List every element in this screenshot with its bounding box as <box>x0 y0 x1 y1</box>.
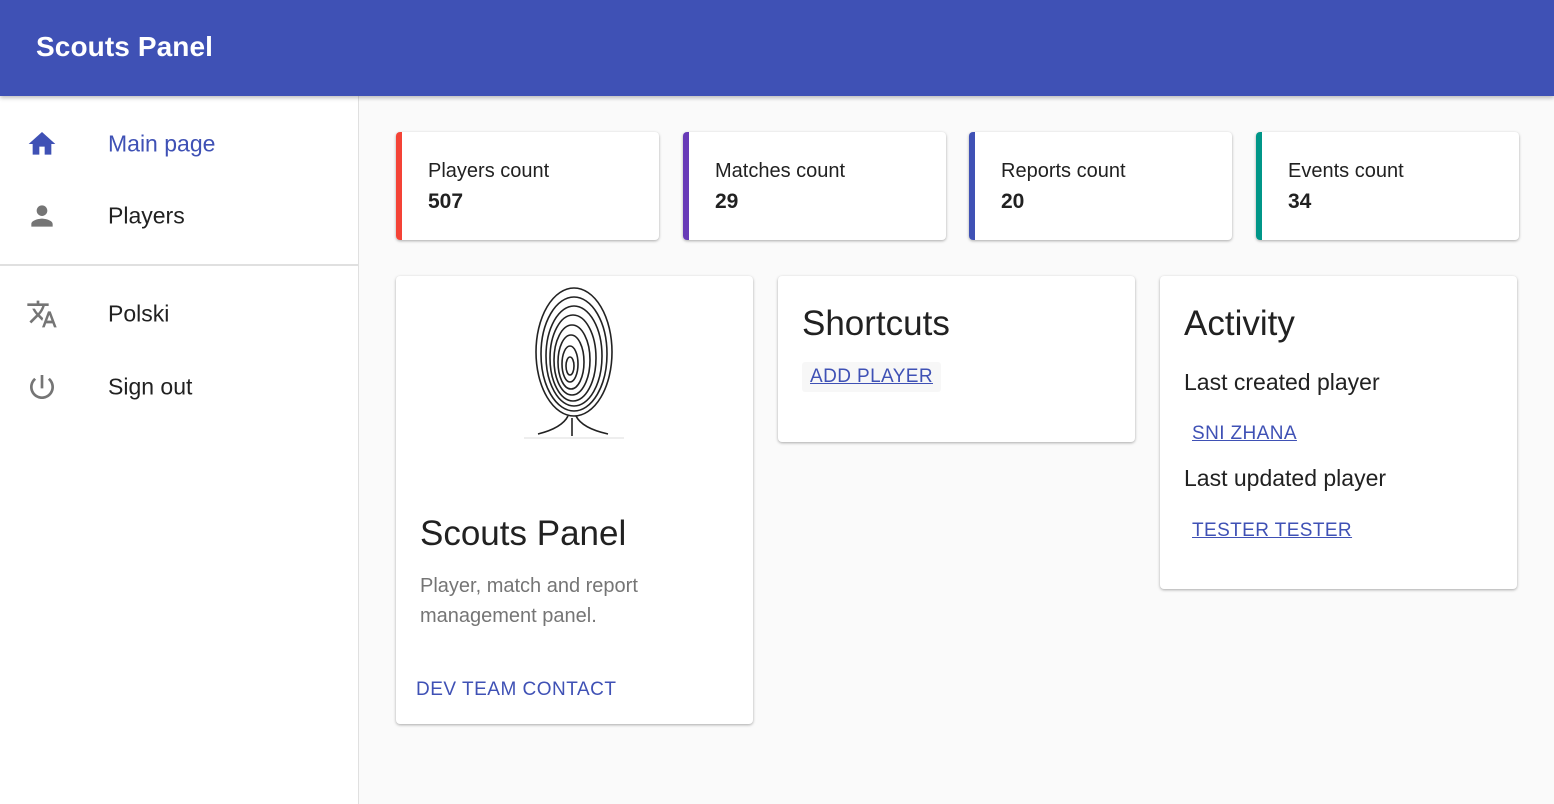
fingerprint-image <box>524 287 624 439</box>
sidebar-item-label: Players <box>108 202 185 229</box>
matches-count-card: Matches count 29 <box>683 132 946 240</box>
reports-count-card: Reports count 20 <box>969 132 1232 240</box>
stat-accent-bar <box>683 132 689 240</box>
stat-label: Reports count <box>1001 160 1126 182</box>
players-count-card: Players count 507 <box>396 132 659 240</box>
power-icon <box>30 375 54 399</box>
app-title: Scouts Panel <box>36 31 214 62</box>
stat-accent-bar <box>969 132 975 240</box>
home-icon <box>28 132 56 155</box>
sidebar-item-language[interactable]: Polski <box>0 278 358 350</box>
sidebar-item-players[interactable]: Players <box>0 180 358 252</box>
sidebar: Main page Players Polski Sign out <box>0 96 359 804</box>
stat-value: 29 <box>715 190 739 213</box>
stat-label: Matches count <box>715 160 846 182</box>
last-updated-player-link[interactable]: TESTER TESTER <box>1184 516 1360 546</box>
person-icon <box>31 205 53 227</box>
last-updated-label: Last updated player <box>1184 465 1387 491</box>
about-card: Scouts Panel Player, match and report ma… <box>396 276 753 724</box>
translate-icon <box>27 300 57 328</box>
stat-value: 507 <box>428 190 464 213</box>
sidebar-item-label: Main page <box>108 130 216 157</box>
shortcuts-title: Shortcuts <box>802 304 950 343</box>
sidebar-divider <box>0 264 358 266</box>
stat-label: Players count <box>428 160 550 182</box>
about-description: Player, match and report management pane… <box>420 575 638 627</box>
shortcuts-card: Shortcuts ADD PLAYER <box>778 276 1135 442</box>
about-title: Scouts Panel <box>420 514 627 553</box>
add-player-button[interactable]: ADD PLAYER <box>802 362 941 392</box>
activity-card: Activity Last created player SNI ZHANA L… <box>1160 276 1517 589</box>
sidebar-item-label: Polski <box>108 300 170 327</box>
stat-accent-bar <box>396 132 402 240</box>
sidebar-item-label: Sign out <box>108 373 193 400</box>
last-created-label: Last created player <box>1184 369 1380 395</box>
sidebar-item-sign-out[interactable]: Sign out <box>0 351 358 423</box>
stat-label: Events count <box>1288 160 1404 182</box>
dev-team-contact-button[interactable]: DEV TEAM CONTACT <box>416 679 616 701</box>
activity-title: Activity <box>1184 304 1295 343</box>
stat-value: 34 <box>1288 190 1312 213</box>
stat-value: 20 <box>1001 190 1025 213</box>
stat-accent-bar <box>1256 132 1262 240</box>
last-created-player-link[interactable]: SNI ZHANA <box>1184 419 1305 449</box>
events-count-card: Events count 34 <box>1256 132 1519 240</box>
app-bar: Scouts Panel <box>0 0 1554 96</box>
sidebar-item-main-page[interactable]: Main page <box>0 108 358 180</box>
